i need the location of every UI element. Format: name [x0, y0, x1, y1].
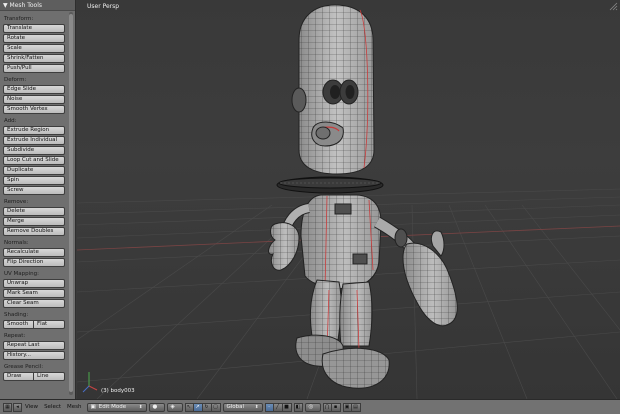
section-title-grease-pencil: Grease Pencil:: [4, 364, 44, 370]
section-title-remove: Remove:: [4, 199, 29, 205]
tool-shelf-scrollbar[interactable]: [69, 12, 73, 395]
subdivide-button[interactable]: Subdivide: [3, 146, 65, 155]
menu-mesh[interactable]: Mesh: [64, 401, 84, 414]
push-pull-button[interactable]: Push/Pull: [3, 64, 65, 73]
scale-manipulator-icon[interactable]: ▢: [211, 402, 221, 412]
viewport-scene: [77, 4, 620, 399]
shading-sphere-icon: ●: [152, 403, 158, 410]
axis-gizmo: [82, 372, 98, 393]
edge-select-icon[interactable]: ╱: [273, 402, 283, 412]
manipulator-group: ↖ ↗ ↻ ▢: [184, 402, 221, 412]
transform-orientation-selector[interactable]: Global ⬍: [222, 402, 263, 412]
torso: [300, 194, 382, 291]
orientation-label: Global: [226, 403, 245, 410]
translate-manipulator-icon[interactable]: ↗: [193, 402, 203, 412]
menu-toggle-icon[interactable]: ◂: [13, 402, 22, 412]
spin-button[interactable]: Spin: [3, 176, 65, 185]
merge-button[interactable]: Merge: [3, 217, 65, 226]
shrink-fatten-button[interactable]: Shrink/Fatten: [3, 54, 65, 63]
snap-element-icon[interactable]: ▪: [331, 402, 341, 412]
translate-button[interactable]: Translate: [3, 24, 65, 33]
tool-shelf-body: Transform: Translate Rotate Scale Shrink/Fat…: [0, 11, 75, 381]
flip-direction-button[interactable]: Flip Direction: [3, 258, 65, 267]
legs: [295, 279, 390, 389]
vertex-select-icon[interactable]: ·: [264, 402, 274, 412]
remove-doubles-button[interactable]: Remove Doubles: [3, 227, 65, 236]
section-title-transform: Transform:: [4, 16, 34, 22]
draw-button[interactable]: Draw: [3, 372, 34, 381]
rotate-button[interactable]: Rotate: [3, 34, 65, 43]
grease-pencil-button-row: Draw Line: [3, 372, 65, 381]
section-title-normals: Normals:: [4, 240, 29, 246]
screw-button[interactable]: Screw: [3, 186, 65, 195]
extrude-individual-button[interactable]: Extrude Individual: [3, 136, 65, 145]
scale-button[interactable]: Scale: [3, 44, 65, 53]
snap-group: ⋂ ▪: [322, 402, 341, 412]
viewport-shading-selector[interactable]: ●: [148, 402, 165, 412]
snap-magnet-icon[interactable]: ⋂: [322, 402, 332, 412]
render-still-icon[interactable]: ▣: [342, 402, 352, 412]
mesh-tools-header[interactable]: ▼ Mesh Tools: [0, 0, 75, 11]
3d-viewport[interactable]: User Persp (3) body003: [77, 0, 620, 399]
mark-seam-button[interactable]: Mark Seam: [3, 289, 65, 298]
clear-seam-button[interactable]: Clear Seam: [3, 299, 65, 308]
head: [291, 4, 375, 175]
duplicate-button[interactable]: Duplicate: [3, 166, 65, 175]
editor-type-icon[interactable]: ▦: [3, 402, 12, 412]
scrollbar-thumb[interactable]: [69, 14, 73, 392]
occlude-geometry-icon[interactable]: ◧: [293, 402, 303, 412]
flat-button[interactable]: Flat: [34, 320, 65, 329]
object-label: (3) body003: [101, 388, 135, 394]
history-button[interactable]: History...: [3, 351, 65, 360]
edge-slide-button[interactable]: Edge Slide: [3, 85, 65, 94]
smooth-button[interactable]: Smooth: [3, 320, 34, 329]
section-title-shading: Shading:: [4, 312, 29, 318]
character-mesh: [268, 4, 458, 389]
face-select-icon[interactable]: ■: [282, 402, 292, 412]
chevron-down-icon: ⬍: [254, 404, 259, 410]
view-title: User Persp: [87, 3, 120, 10]
edit-mode-icon: ▣: [90, 403, 96, 410]
recalculate-button[interactable]: Recalculate: [3, 248, 65, 257]
section-title-deform: Deform:: [4, 77, 27, 83]
section-title-repeat: Repeat:: [4, 333, 26, 339]
area-split-icon[interactable]: [609, 2, 618, 11]
tool-shelf: ▼ Mesh Tools Transform: Translate Rotate Sc…: [0, 0, 76, 399]
menu-view[interactable]: View: [22, 401, 41, 414]
extrude-region-button[interactable]: Extrude Region: [3, 126, 65, 135]
collar: [276, 176, 384, 194]
proportional-icon: ◎: [308, 403, 314, 410]
delete-button[interactable]: Delete: [3, 207, 65, 216]
noise-button[interactable]: Noise: [3, 95, 65, 104]
unwrap-button[interactable]: Unwrap: [3, 279, 65, 288]
rotate-manipulator-icon[interactable]: ↻: [202, 402, 212, 412]
section-title-add: Add:: [4, 118, 17, 124]
pivot-point-selector[interactable]: ◈: [166, 402, 183, 412]
select-mode-group: · ╱ ■: [264, 402, 292, 412]
repeat-last-button[interactable]: Repeat Last: [3, 341, 65, 350]
shading-button-row: Smooth Flat: [3, 320, 65, 329]
menu-select[interactable]: Select: [41, 401, 64, 414]
chevron-down-icon: ⬍: [138, 404, 143, 410]
proportional-editing-selector[interactable]: ◎: [304, 402, 321, 412]
loop-cut-and-slide-button[interactable]: Loop Cut and Slide: [3, 156, 65, 165]
3d-view-header: ▦ ◂ View Select Mesh ▣ Edit Mode ⬍ ● ◈ ↖…: [0, 399, 620, 414]
section-title-uv-mapping: UV Mapping:: [4, 271, 39, 277]
manipulator-toggle-icon[interactable]: ↖: [184, 402, 194, 412]
smooth-vertex-button[interactable]: Smooth Vertex: [3, 105, 65, 114]
mode-label: Edit Mode: [98, 403, 127, 410]
pivot-icon: ◈: [170, 403, 175, 410]
mode-selector[interactable]: ▣ Edit Mode ⬍: [86, 402, 147, 412]
render-anim-icon[interactable]: ▤: [351, 402, 361, 412]
render-buttons: ▣ ▤: [342, 402, 361, 412]
line-button[interactable]: Line: [34, 372, 65, 381]
